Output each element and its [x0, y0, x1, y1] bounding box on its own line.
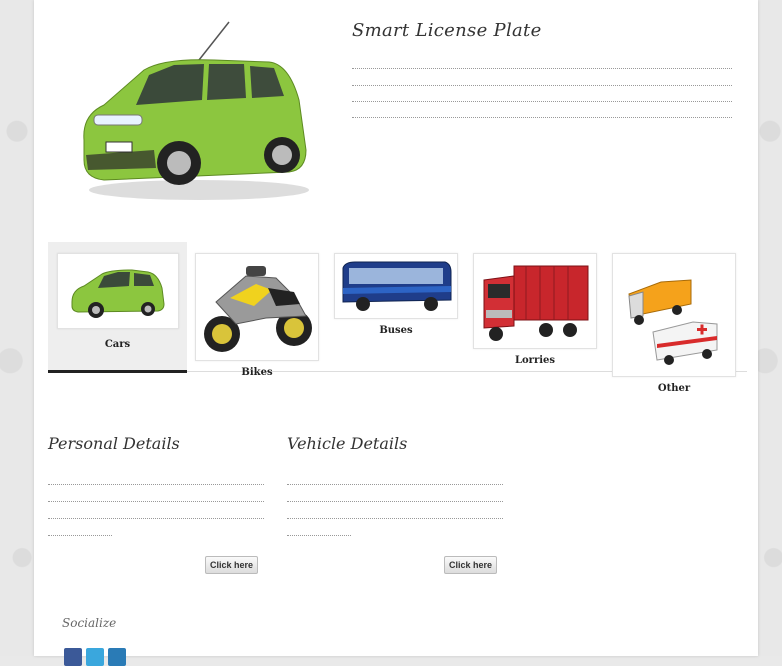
tab-lorries[interactable]: Lorries — [473, 242, 597, 366]
tab-cars[interactable]: Cars — [48, 242, 187, 372]
page-title: Smart License Plate — [352, 20, 542, 41]
hero-car-image — [83, 21, 309, 200]
tab-label: Cars — [104, 339, 131, 350]
lorry-icon — [473, 253, 597, 349]
tab-bikes[interactable]: Bikes — [195, 242, 319, 378]
vehicle-category-tabs: Cars Bikes Buses Lorries Other — [48, 242, 748, 394]
page-container: Smart License Plate Cars Bikes Buses Lor… — [34, 0, 758, 666]
motorbike-icon — [195, 253, 319, 361]
background-texture-left — [0, 0, 34, 656]
tab-label: Bikes — [241, 367, 273, 378]
description-line — [352, 101, 732, 102]
vehicle-details-title: Vehicle Details — [287, 434, 408, 453]
van-ambulance-icon — [612, 253, 736, 377]
socialize-heading: Socialize — [62, 616, 117, 630]
personal-details-text — [48, 484, 264, 552]
vehicle-details-text — [287, 484, 503, 552]
tab-label: Other — [657, 383, 691, 394]
personal-details-button[interactable]: Click here — [205, 556, 259, 574]
tab-other[interactable]: Other — [612, 242, 736, 394]
description-line — [352, 117, 732, 118]
car-icon — [56, 253, 179, 329]
tab-label: Lorries — [514, 355, 556, 366]
linkedin-icon[interactable] — [108, 648, 126, 666]
personal-details-title: Personal Details — [48, 434, 180, 453]
tab-buses[interactable]: Buses — [334, 242, 458, 336]
active-tab-indicator — [48, 370, 187, 373]
bus-icon — [334, 253, 458, 319]
description-line — [352, 68, 732, 69]
twitter-icon[interactable] — [86, 648, 104, 666]
vehicle-details-button[interactable]: Click here — [444, 556, 498, 574]
facebook-icon[interactable] — [64, 648, 82, 666]
background-texture-right — [758, 0, 782, 656]
description-line — [352, 85, 732, 86]
tab-label: Buses — [379, 325, 413, 336]
